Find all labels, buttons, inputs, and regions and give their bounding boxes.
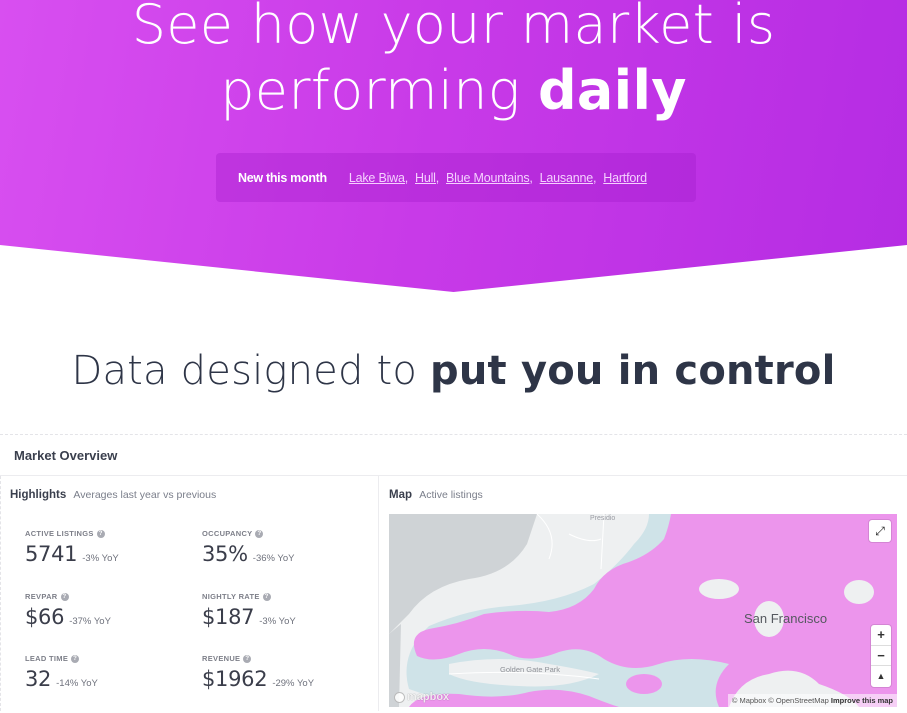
map-zoom-controls: + − ▲ xyxy=(871,625,891,687)
new-this-month-bar: New this month Lake Biwa, Hull, Blue Mou… xyxy=(216,153,696,202)
stat-delta: -3% YoY xyxy=(259,616,296,627)
city-link-hull[interactable]: Hull, xyxy=(415,171,439,185)
stat-value: $187 xyxy=(202,605,255,629)
city-link-hartford[interactable]: Hartford xyxy=(603,171,647,185)
improve-map-link[interactable]: Improve this map xyxy=(831,696,893,705)
help-icon[interactable]: ? xyxy=(96,529,105,538)
stat-delta: -3% YoY xyxy=(82,553,119,564)
stat-label: ACTIVE LISTINGS xyxy=(25,529,94,538)
map-title: Map xyxy=(389,489,412,501)
map-subtitle: Active listings xyxy=(419,489,483,501)
mapbox-logo-text: mapbox xyxy=(407,691,450,703)
panel-title: Market Overview xyxy=(0,435,907,476)
stat-label: LEAD TIME xyxy=(25,654,69,663)
highlights-section: Highlights Averages last year vs previou… xyxy=(0,476,379,711)
hero-title-line2: performing daily xyxy=(0,58,907,124)
highlights-header: Highlights Averages last year vs previou… xyxy=(10,489,216,501)
section-heading-bold: put you in control xyxy=(429,348,836,394)
city-link-lake-biwa[interactable]: Lake Biwa, xyxy=(349,171,408,185)
mapbox-logo-icon xyxy=(394,691,405,703)
market-overview-panel: Market Overview Highlights Averages last… xyxy=(0,434,907,713)
map-attribution: © Mapbox © OpenStreetMap Improve this ma… xyxy=(727,694,897,707)
map-canvas[interactable]: Presidio San Francisco Golden Gate Park … xyxy=(389,514,897,707)
map-header: Map Active listings xyxy=(389,489,483,501)
highlights-subtitle: Averages last year vs previous xyxy=(73,489,217,501)
stat-delta: -37% YoY xyxy=(69,616,111,627)
hero-title-regular: performing xyxy=(220,59,538,122)
stat-value: 5741 xyxy=(25,542,78,566)
fullscreen-button[interactable]: ⤢ xyxy=(869,520,891,542)
stat-delta: -29% YoY xyxy=(272,678,315,689)
hero-title-line1: See how your market is xyxy=(131,0,776,56)
stat-value: 32 xyxy=(25,667,52,691)
map-section: Map Active listings Presidio San Francis… xyxy=(379,476,907,711)
map-label-golden-gate-park: Golden Gate Park xyxy=(500,665,561,674)
section-heading: Data designed to put you in control xyxy=(0,348,907,394)
help-icon[interactable]: ? xyxy=(262,592,271,601)
stat-value: $1962 xyxy=(202,667,268,691)
stat-revenue: REVENUE? $1962 -29% YoY xyxy=(202,654,314,691)
zoom-out-button[interactable]: − xyxy=(871,646,891,667)
help-icon[interactable]: ? xyxy=(243,654,252,663)
stat-label: OCCUPANCY xyxy=(202,529,253,538)
fullscreen-icon: ⤢ xyxy=(875,523,885,538)
attribution-text[interactable]: © Mapbox © OpenStreetMap xyxy=(732,696,829,705)
stat-value: $66 xyxy=(25,605,65,629)
map-label-presidio: Presidio xyxy=(590,515,616,522)
stat-label: NIGHTLY RATE xyxy=(202,592,260,601)
city-link-blue-mountains[interactable]: Blue Mountains, xyxy=(446,171,533,185)
stat-label: REVPAR xyxy=(25,592,58,601)
stat-occupancy: OCCUPANCY? 35% -36% YoY xyxy=(202,529,295,566)
stat-active-listings: ACTIVE LISTINGS? 5741 -3% YoY xyxy=(25,529,119,566)
stat-label: REVENUE xyxy=(202,654,241,663)
new-this-month-label: New this month xyxy=(238,170,327,185)
hero-title-bold: daily xyxy=(537,59,687,122)
help-icon[interactable]: ? xyxy=(60,592,69,601)
compass-button[interactable]: ▲ xyxy=(871,666,891,687)
stat-nightly-rate: NIGHTLY RATE? $187 -3% YoY xyxy=(202,592,296,629)
highlights-title: Highlights xyxy=(10,489,67,501)
stat-value: 35% xyxy=(202,542,248,566)
stat-delta: -14% YoY xyxy=(56,678,98,689)
stat-revpar: REVPAR? $66 -37% YoY xyxy=(25,592,111,629)
map-label-san-francisco: San Francisco xyxy=(744,611,828,626)
section-heading-regular: Data designed to xyxy=(71,348,430,394)
zoom-in-button[interactable]: + xyxy=(871,625,891,646)
help-icon[interactable]: ? xyxy=(255,529,264,538)
stat-delta: -36% YoY xyxy=(252,553,295,564)
help-icon[interactable]: ? xyxy=(71,654,80,663)
stat-lead-time: LEAD TIME? 32 -14% YoY xyxy=(25,654,98,691)
city-link-lausanne[interactable]: Lausanne, xyxy=(540,171,597,185)
mapbox-logo[interactable]: mapbox xyxy=(394,691,449,703)
